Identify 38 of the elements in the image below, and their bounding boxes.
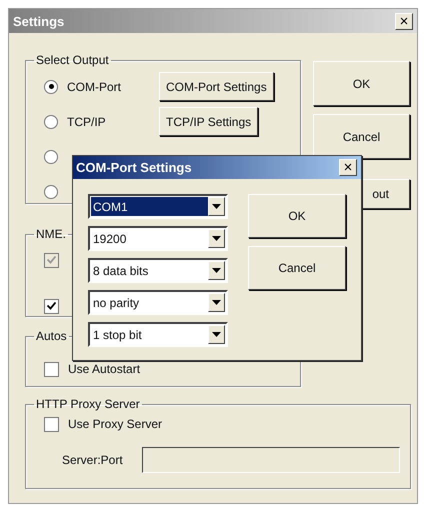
group-label: NME. <box>35 227 67 241</box>
checkmark-icon <box>47 302 56 310</box>
radio-button[interactable] <box>44 150 58 164</box>
checkbox-label: Use Autostart <box>68 362 140 376</box>
checkbox[interactable] <box>44 362 59 376</box>
group-label: Autos <box>35 329 68 343</box>
checkbox[interactable] <box>44 416 59 432</box>
dialog-button[interactable]: OK <box>313 61 410 106</box>
dropdown-value: 1 stop bit <box>92 326 143 344</box>
window-title: COM-Port Settings <box>76 160 192 175</box>
dropdown[interactable]: 1 stop bit <box>88 322 228 347</box>
settings-button[interactable]: COM-Port Settings <box>159 72 274 101</box>
dialog-button[interactable]: Cancel <box>248 246 346 290</box>
radio-label: TCP/IP <box>67 114 107 128</box>
checkbox-label: Use Proxy Server <box>68 417 162 431</box>
dropdown[interactable]: COM1 <box>88 194 228 219</box>
group-label: HTTP Proxy Server <box>35 397 141 411</box>
close-button[interactable]: × <box>395 12 413 30</box>
checkmark-icon <box>47 256 56 264</box>
radio-label: COM-Port <box>67 80 122 94</box>
checkbox[interactable] <box>44 298 59 314</box>
dropdown-value: COM1 <box>91 197 208 216</box>
radio-button[interactable] <box>44 184 58 198</box>
dialog-button[interactable]: OK <box>248 194 346 238</box>
dropdown-value: 19200 <box>92 230 128 248</box>
dialog-button[interactable]: Cancel <box>313 114 410 159</box>
window-title: Settings <box>13 14 64 28</box>
dropdown-value: 8 data bits <box>92 262 150 280</box>
group-label: Select Output <box>35 53 110 67</box>
dropdown[interactable]: 8 data bits <box>88 258 228 283</box>
dropdown[interactable]: no parity <box>88 290 228 315</box>
radio-button[interactable] <box>44 80 58 94</box>
dropdown-value: no parity <box>92 294 140 312</box>
dropdown[interactable]: 19200 <box>88 226 228 251</box>
field-label: Server:Port <box>62 453 124 467</box>
settings-button[interactable]: TCP/IP Settings <box>159 107 258 136</box>
radio-button[interactable] <box>44 114 58 128</box>
close-button[interactable]: × <box>339 159 357 176</box>
